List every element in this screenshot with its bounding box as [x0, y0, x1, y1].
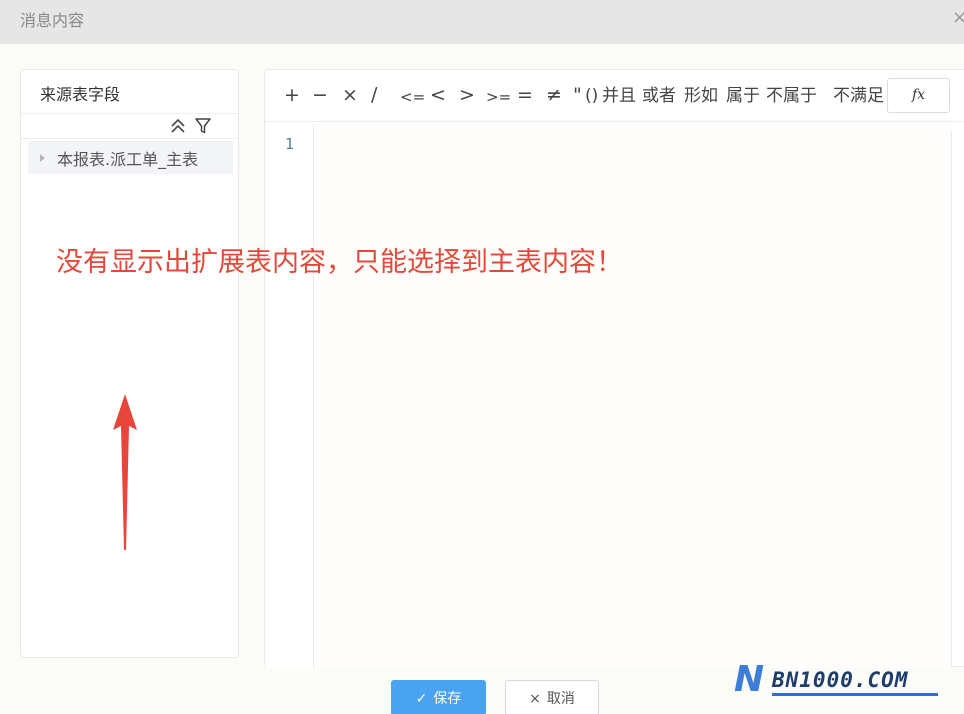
expression-editor: 1 [265, 123, 964, 668]
op-greater-equal-button[interactable]: >= [486, 84, 511, 110]
op-divide-button[interactable]: ∕ [371, 82, 377, 108]
annotation-arrow-icon [113, 394, 137, 550]
op-not-in-button[interactable]: 不属于 [766, 83, 817, 109]
cancel-label: 取消 [546, 691, 575, 707]
op-and-button[interactable]: 并且 [602, 83, 636, 109]
op-parentheses-button[interactable]: () [585, 83, 598, 109]
op-like-button[interactable]: 形如 [684, 83, 718, 109]
op-or-button[interactable]: 或者 [642, 83, 676, 109]
watermark-letter: N [734, 659, 765, 700]
op-not-equal-button[interactable]: ≠ [546, 82, 562, 108]
tree-node-label: 本报表.派工单_主表 [57, 149, 199, 169]
editor-scrollbar[interactable] [951, 131, 964, 668]
op-less-equal-button[interactable]: <= [400, 84, 425, 110]
op-less-than-button[interactable]: < [430, 82, 446, 108]
watermark-logo: N BN1000.COM [734, 660, 944, 700]
watermark-text: BN1000.COM [772, 668, 909, 692]
dialog-titlebar: 消息内容 × [0, 0, 964, 44]
cancel-button[interactable]: × 取消 [505, 680, 599, 714]
op-not-satisfy-button[interactable]: 不满足 [833, 83, 884, 109]
watermark-underline [772, 693, 938, 696]
save-label: 保存 [433, 691, 462, 707]
close-icon: × [529, 691, 541, 707]
op-minus-button[interactable]: − [312, 82, 328, 108]
save-button[interactable]: ✓ 保存 [391, 680, 486, 714]
caret-right-icon[interactable] [40, 153, 45, 162]
tree-node-main-table[interactable]: 本报表.派工单_主表 [28, 141, 233, 174]
line-number: 1 [285, 135, 295, 153]
dialog-title: 消息内容 [20, 11, 85, 30]
op-plus-button[interactable]: + [284, 82, 300, 108]
source-fields-panel: 来源表字段 本报表.派工单_主表 [20, 69, 239, 658]
op-quote-button[interactable]: " [573, 82, 582, 108]
annotation-text: 没有显示出扩展表内容，只能选择到主表内容！ [56, 247, 623, 278]
filter-icon[interactable] [194, 117, 212, 135]
expression-input[interactable] [315, 123, 951, 668]
op-multiply-button[interactable]: × [342, 82, 358, 108]
op-in-button[interactable]: 属于 [726, 83, 760, 109]
line-number-gutter: 1 [265, 123, 314, 668]
source-fields-toolbar [21, 114, 238, 139]
op-greater-than-button[interactable]: > [459, 82, 475, 108]
collapse-all-icon[interactable] [169, 117, 187, 135]
check-icon: ✓ [415, 691, 428, 707]
operator-toolbar: + − × ∕ <= < > >= = ≠ " () 并且 或者 形如 属于 不… [265, 70, 964, 122]
op-equal-button[interactable]: = [517, 82, 533, 108]
source-fields-header: 来源表字段 [21, 70, 238, 114]
close-icon[interactable]: × [952, 9, 964, 27]
expression-panel: + − × ∕ <= < > >= = ≠ " () 并且 或者 形如 属于 不… [264, 69, 964, 668]
fx-function-button[interactable]: fx [887, 78, 950, 113]
